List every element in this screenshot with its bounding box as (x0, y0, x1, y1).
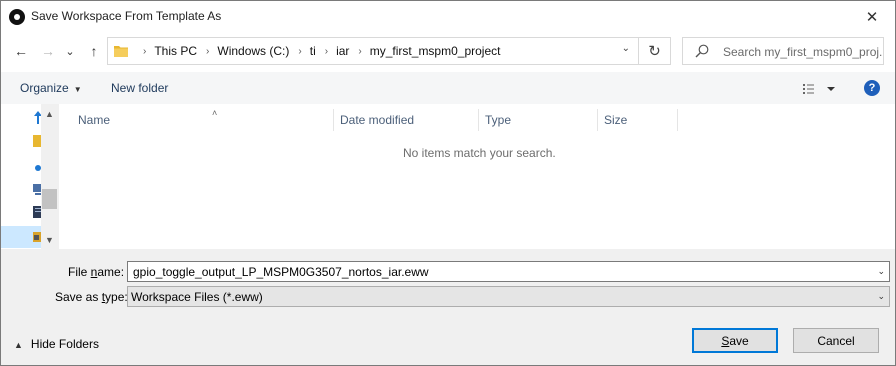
column-header-date-modified[interactable]: Date modified (334, 109, 479, 131)
caret-down-icon: ▼ (73, 85, 82, 94)
folder-icon (114, 46, 128, 57)
new-folder-button[interactable]: New folder (111, 81, 168, 95)
recent-locations-button[interactable]: ⌄ (63, 40, 77, 62)
help-icon: ? (868, 82, 876, 94)
filename-label: File name: (68, 265, 125, 279)
column-header-size[interactable]: Size (598, 109, 678, 131)
hide-folders-label: Hide Folders (30, 337, 99, 351)
search-placeholder: Search my_first_mspm0_proj... (723, 45, 884, 59)
close-icon: ✕ (865, 8, 879, 26)
breadcrumb-separator-icon[interactable]: › (206, 46, 209, 57)
up-arrow-icon: ↑ (90, 43, 98, 59)
column-header-label: Type (485, 113, 512, 127)
column-header-label: Size (604, 113, 628, 127)
back-button[interactable]: ← (10, 40, 32, 62)
change-view-button[interactable] (800, 80, 838, 98)
scrollbar-thumb[interactable] (42, 189, 57, 209)
column-header-name[interactable]: ˄ Name (72, 108, 334, 131)
file-list[interactable]: ˄ Name Date modified Type Size No items … (59, 104, 895, 249)
column-header-label: Date modified (340, 113, 415, 127)
sort-ascending-icon: ˄ (212, 108, 218, 118)
savetype-dropdown[interactable]: Workspace Files (*.eww) ⌄ (127, 286, 890, 307)
breadcrumb-separator-icon[interactable]: › (298, 46, 301, 57)
filename-field[interactable]: gpio_toggle_output_LP_MSPM0G3507_nortos_… (133, 265, 429, 279)
back-arrow-icon: ← (14, 43, 28, 59)
forward-arrow-icon: → (41, 43, 55, 59)
savetype-value: Workspace Files (*.eww) (131, 290, 263, 304)
title-bar: Save Workspace From Template As ✕ (1, 1, 895, 32)
breadcrumb-item-ti[interactable]: ti (310, 44, 316, 58)
chevron-down-icon[interactable]: ⌄ (877, 266, 885, 277)
savetype-label: Save as type: (55, 290, 128, 304)
search-icon (695, 44, 709, 58)
close-button[interactable]: ✕ (849, 1, 895, 32)
hide-folders-button[interactable]: ▲ Hide Folders (14, 337, 99, 351)
breadcrumb-item-iar[interactable]: iar (336, 44, 349, 58)
navigation-pane: ▲ ▼ (1, 104, 58, 249)
breadcrumb-separator-icon[interactable]: › (325, 46, 328, 57)
column-header-type[interactable]: Type (479, 109, 598, 131)
breadcrumb-separator-icon[interactable]: › (358, 46, 361, 57)
filename-combobox[interactable]: gpio_toggle_output_LP_MSPM0G3507_nortos_… (127, 261, 890, 282)
help-button[interactable]: ? (864, 80, 880, 96)
refresh-button[interactable]: ↻ (639, 37, 671, 65)
save-dialog: Save Workspace From Template As ✕ ← → ⌄ … (0, 0, 896, 366)
column-header-label: Name (78, 113, 111, 127)
window-title: Save Workspace From Template As (31, 9, 222, 23)
address-bar[interactable]: › This PC › Windows (C:) › ti › iar › my… (107, 37, 639, 65)
forward-button[interactable]: → (37, 40, 59, 62)
breadcrumb-separator-icon: › (143, 45, 147, 57)
up-button[interactable]: ↑ (83, 40, 105, 62)
save-options-panel: File name: gpio_toggle_output_LP_MSPM0G3… (1, 249, 895, 365)
scroll-up-icon[interactable]: ▲ (41, 105, 58, 122)
nav-pane-scrollbar[interactable]: ▲ ▼ (41, 104, 58, 249)
breadcrumb-item-windows-c[interactable]: Windows (C:) (217, 44, 289, 58)
save-button[interactable]: Save (692, 328, 778, 353)
breadcrumb-item-this-pc[interactable]: This PC (154, 44, 197, 58)
refresh-icon: ↻ (648, 43, 661, 60)
breadcrumb: › This PC › Windows (C:) › ti › iar › my… (134, 38, 500, 64)
breadcrumb-item-project[interactable]: my_first_mspm0_project (370, 44, 501, 58)
cancel-button[interactable]: Cancel (793, 328, 879, 353)
search-input[interactable]: Search my_first_mspm0_proj... (682, 37, 884, 65)
chevron-down-icon[interactable]: ⌄ (877, 291, 885, 302)
address-dropdown-icon[interactable]: ⌄ (622, 43, 630, 54)
chevron-down-icon: ⌄ (65, 45, 75, 58)
organize-button[interactable]: Organize ▼ (20, 81, 82, 95)
view-details-icon (803, 84, 835, 94)
app-icon (9, 9, 25, 25)
scroll-down-icon[interactable]: ▼ (41, 231, 58, 248)
empty-state-message: No items match your search. (403, 146, 556, 160)
organize-label: Organize (20, 81, 69, 95)
chevron-up-icon: ▲ (14, 340, 23, 350)
navigation-bar: ← → ⌄ ↑ › This PC › Windows (C:) › ti › (1, 32, 895, 72)
command-toolbar: Organize ▼ New folder ? (1, 72, 895, 104)
